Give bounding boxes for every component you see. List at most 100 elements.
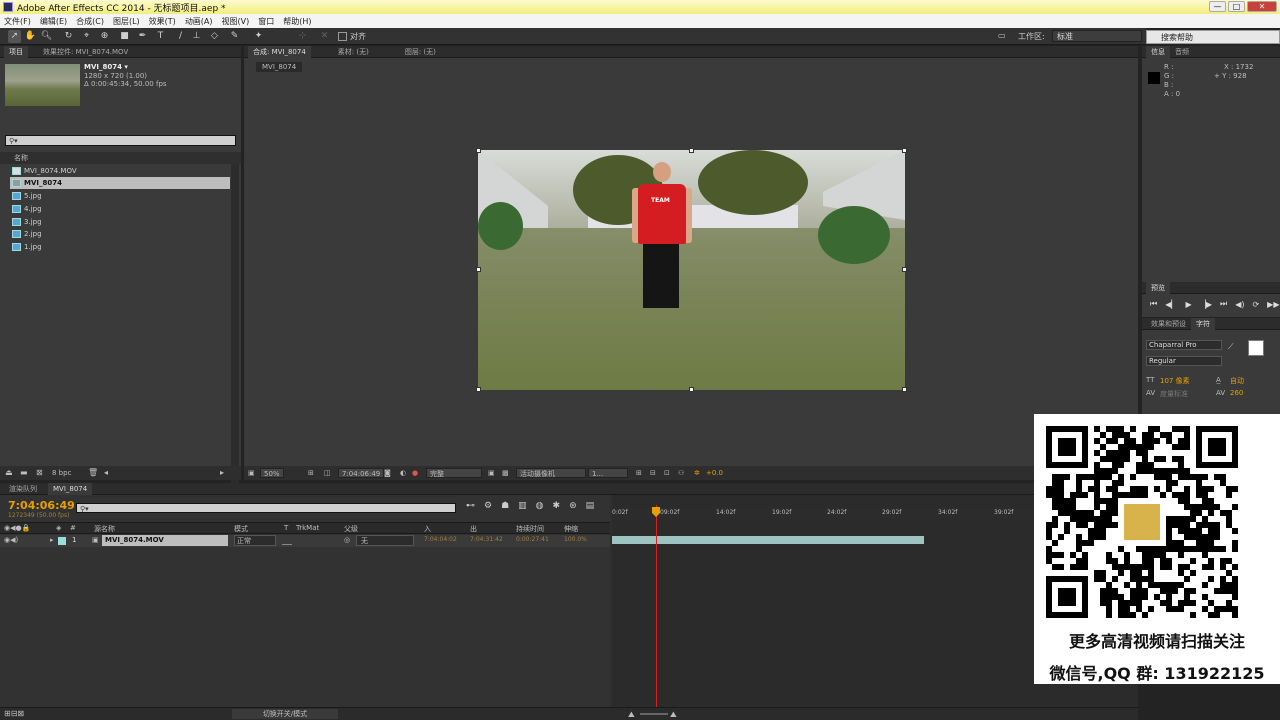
maximize-button[interactable]: □ [1228, 1, 1245, 12]
views-select[interactable]: 1... [588, 468, 628, 478]
layer-duration-bar[interactable] [612, 536, 924, 544]
font-family-select[interactable]: Chaparral Pro [1146, 340, 1222, 350]
menu-window[interactable]: 窗口 [258, 16, 274, 27]
list-item[interactable]: 5.jpg [10, 190, 230, 202]
snapshot-icon[interactable]: ◙ [384, 468, 391, 478]
breadcrumb[interactable]: MVI_8074 [256, 62, 303, 72]
prev-frame-icon[interactable]: ◀▏ [1165, 300, 1177, 309]
tab-effects-presets[interactable]: 效果和预设 [1146, 318, 1191, 330]
zoom-select[interactable]: 50% [260, 468, 284, 478]
scroll-left-icon[interactable]: ◂ [104, 468, 108, 477]
current-time-field[interactable]: 7:04:06:49 [338, 468, 385, 478]
timeline-search-input[interactable]: ⚲▾ [76, 503, 456, 513]
brainstorm-icon[interactable]: ✱ [553, 501, 561, 511]
rotate-tool-icon[interactable]: ↻ [62, 30, 75, 43]
menu-edit[interactable]: 编辑(E) [40, 16, 67, 27]
col-source-name[interactable]: 源名称 [94, 524, 115, 534]
region-of-interest-icon[interactable]: ▣ [488, 468, 495, 478]
snap-checkbox[interactable] [338, 32, 347, 41]
project-search-input[interactable]: ⚲▾ [5, 135, 236, 146]
layer-in[interactable]: 7:04:04:02 [424, 536, 457, 543]
ram-preview-icon[interactable]: ▶▶ [1267, 300, 1279, 309]
blend-mode-select[interactable]: 正常 [234, 535, 276, 546]
exposure-value[interactable]: +0.0 [706, 468, 723, 478]
list-item[interactable]: 1.jpg [10, 241, 230, 253]
menu-effect[interactable]: 效果(T) [149, 16, 176, 27]
mask-visibility-icon[interactable]: ◫ [324, 468, 331, 478]
parent-select[interactable]: 无 [356, 535, 414, 546]
expand-arrow-icon[interactable]: ▸ [50, 536, 54, 544]
tab-info[interactable]: 信息 [1146, 45, 1170, 58]
draft-3d-icon[interactable]: ⚙ [484, 501, 492, 511]
resolution-select[interactable]: 完整 [426, 468, 482, 478]
composition-viewer[interactable]: TEAM [478, 150, 905, 390]
transform-handle[interactable] [689, 148, 694, 153]
font-size-value[interactable]: 107 像素 [1160, 376, 1190, 386]
layer-name[interactable]: MVI_8074.MOV [102, 535, 228, 546]
tab-layer[interactable]: 图层: (无) [400, 46, 441, 58]
selection-tool-icon[interactable]: ➚ [8, 30, 21, 43]
camera-select[interactable]: 活动摄像机 [516, 468, 586, 478]
project-scrollbar[interactable] [231, 164, 239, 508]
transform-handle[interactable] [902, 148, 907, 153]
text-tool-icon[interactable]: T [154, 30, 167, 43]
font-style-select[interactable]: Regular [1146, 356, 1222, 366]
layer-duration[interactable]: 0:00:27:41 [516, 536, 549, 543]
motion-blur-icon[interactable]: ◍ [536, 501, 544, 511]
puppet-pin-tool-icon[interactable]: ✦ [252, 30, 265, 43]
first-frame-icon[interactable]: ⏮ [1150, 299, 1157, 309]
comp-mini-flowchart-icon[interactable]: ⊷ [466, 501, 475, 511]
scroll-right-icon[interactable]: ▸ [220, 468, 224, 477]
trash-icon[interactable]: 🗑 [88, 468, 98, 477]
menu-animation[interactable]: 动画(A) [185, 16, 213, 27]
timeline-icon[interactable]: ⊡ [664, 468, 670, 478]
col-t[interactable]: T [284, 524, 288, 532]
exposure-icon[interactable]: ✲ [694, 468, 700, 478]
eraser-tool-icon[interactable]: ◇ [208, 30, 221, 43]
transform-handle[interactable] [476, 267, 481, 272]
channel-icon[interactable]: ● [412, 468, 418, 478]
timeline-zoom-slider[interactable] [640, 713, 668, 715]
leading-value[interactable]: 自动 [1230, 376, 1244, 386]
label-color-swatch[interactable] [58, 537, 66, 545]
project-item-name[interactable]: MVI_8074 ▾ [84, 63, 128, 71]
fill-color-swatch[interactable] [1248, 340, 1264, 356]
new-folder-icon[interactable]: ▬ [20, 468, 28, 477]
close-button[interactable]: ✕ [1247, 1, 1277, 12]
tab-render-queue[interactable]: 渲染队列 [4, 483, 42, 495]
project-column-header[interactable]: 名称 [0, 152, 241, 164]
col-out[interactable]: 出 [470, 524, 477, 534]
list-item[interactable]: 3.jpg [10, 216, 230, 228]
new-composition-icon[interactable]: ⊠ [36, 468, 43, 477]
menu-view[interactable]: 视图(V) [222, 16, 250, 27]
toggle-switches-modes-button[interactable]: 切换开关/模式 [232, 709, 338, 719]
camera-tool-icon[interactable]: ⌖ [80, 30, 93, 43]
col-duration[interactable]: 持续时间 [516, 524, 544, 534]
roto-brush-tool-icon[interactable]: ✎ [228, 30, 241, 43]
tracking-value[interactable]: 260 [1230, 389, 1243, 397]
zoom-out-icon[interactable]: ⛰ [628, 710, 635, 720]
menu-file[interactable]: 文件(F) [4, 16, 31, 27]
minimize-button[interactable]: — [1209, 1, 1226, 12]
help-search-input[interactable]: 搜索帮助 [1146, 30, 1280, 44]
tab-project[interactable]: 项目 [4, 45, 28, 58]
list-item[interactable]: 4.jpg [10, 203, 230, 215]
graph-editor-icon[interactable]: ⊛ [569, 501, 577, 511]
fast-previews-icon[interactable]: ⊟ [650, 468, 656, 478]
col-parent[interactable]: 父级 [344, 524, 358, 534]
list-item[interactable]: 2.jpg [10, 228, 230, 240]
transform-handle[interactable] [689, 387, 694, 392]
zoom-tool-icon[interactable]: 🔍︎ [40, 30, 53, 43]
transform-handle[interactable] [476, 387, 481, 392]
loop-icon[interactable]: ⟳ [1252, 300, 1259, 309]
bit-depth-button[interactable]: 8 bpc [52, 469, 71, 477]
pan-behind-tool-icon[interactable]: ⊕ [98, 30, 111, 43]
toggle-pixel-aspect-icon[interactable]: ⊞ [636, 468, 642, 478]
tab-audio[interactable]: 音频 [1170, 46, 1194, 58]
graph-view-icon[interactable]: ▤ [586, 501, 595, 511]
always-preview-icon[interactable]: ▣ [248, 468, 255, 478]
interpret-footage-icon[interactable]: ⏏ [5, 468, 13, 477]
clone-stamp-tool-icon[interactable]: ⊥ [190, 30, 203, 43]
col-trkmat[interactable]: TrkMat [296, 524, 319, 532]
play-icon[interactable]: ▶ [1186, 300, 1192, 309]
